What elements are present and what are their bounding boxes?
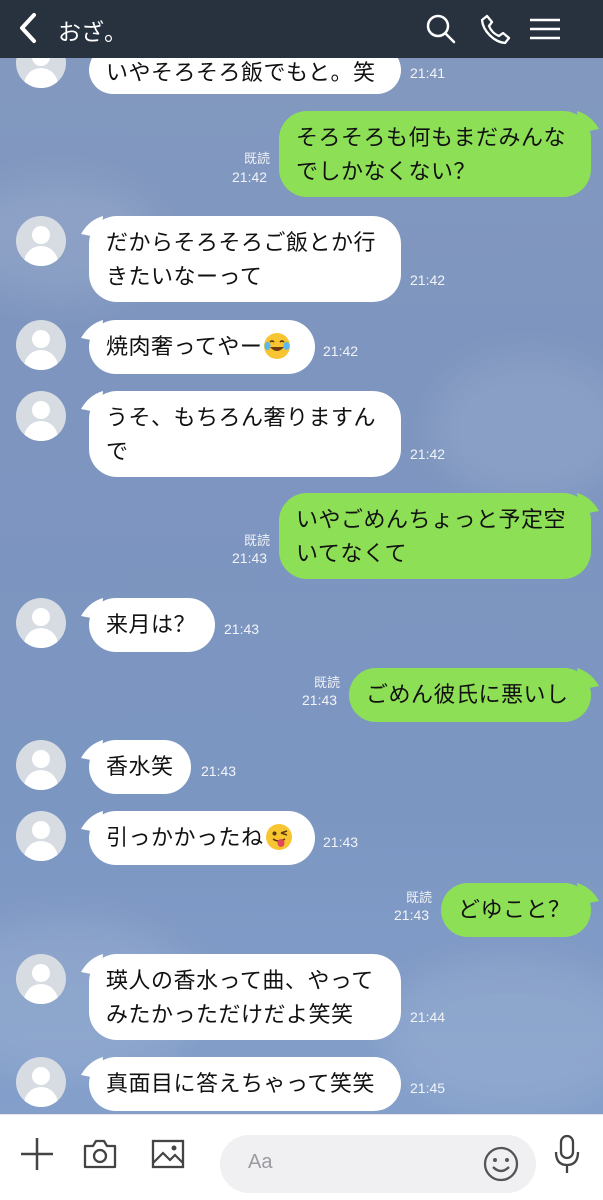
read-receipt: 既読 [405,890,432,905]
message-text: いやそろそろ飯でもと。笑 [106,61,376,86]
back-icon[interactable] [14,11,44,45]
avatar[interactable] [16,811,66,861]
input-placeholder: Aa [248,1151,273,1173]
message-time: 21:43 [394,907,430,923]
avatar[interactable] [16,391,66,441]
message-text: きたいなーって [106,265,263,290]
read-receipt: 既読 [243,533,270,548]
message-bubble[interactable]: ごめん彼氏に悪いし [349,668,599,722]
chat-title: おざ。 [58,20,127,46]
message-text: 引っかかったね [106,826,264,851]
message-bubble[interactable]: そろそろも何もまだみんな でしかなくない？ [279,111,599,197]
message-time: 21:43 [201,763,237,779]
avatar[interactable] [16,598,66,648]
message-text: ごめん彼氏に悪いし [366,683,569,708]
message-bubble[interactable]: うそ、もちろん奢りますん で [81,391,401,477]
plus-icon[interactable] [18,1135,56,1177]
smiley-icon[interactable] [482,1145,520,1187]
message-time: 21:43 [232,550,268,566]
message-time: 21:43 [224,621,260,637]
message-text: そろそろも何もまだみんな [296,126,567,151]
message-time: 21:42 [410,446,446,462]
message-bubble[interactable]: 香水笑 [81,740,191,794]
message-text: いやごめんちょっと予定空 [296,508,567,533]
input-bar: Aa [0,1114,603,1200]
message-text: だからそろそろご飯とか行 [106,231,377,256]
message-time: 21:43 [323,834,359,850]
message-text: どゆこと？ [458,898,571,923]
message-text: 真面目に答えちゃって笑笑 [106,1072,375,1097]
avatar[interactable] [16,58,66,88]
message-text: 焼肉奢ってやー [106,335,263,360]
avatar[interactable] [16,1057,66,1107]
message-time: 21:44 [410,1009,446,1025]
menu-icon[interactable] [528,12,562,46]
avatar[interactable] [16,320,66,370]
message-bubble[interactable]: 来月は？ [81,598,215,652]
chat-header: おざ。 [0,0,603,58]
image-icon[interactable] [150,1137,186,1175]
message-time: 21:42 [323,343,359,359]
message-time: 21:42 [410,272,446,288]
message-time: 21:41 [410,65,446,81]
message-time: 21:43 [302,692,338,708]
message-bubble[interactable]: だからそろそろご飯とか行 きたいなーって [81,216,401,302]
read-receipt: 既読 [313,675,340,690]
read-receipt: 既読 [243,151,270,166]
message-text: で [106,440,129,465]
message-text: 香水笑 [106,755,174,780]
message-bubble[interactable]: どゆこと？ [441,883,599,937]
tears-of-joy-emoji [264,333,291,359]
phone-icon[interactable] [478,12,512,46]
avatar[interactable] [16,216,66,266]
message-time: 21:45 [410,1080,446,1096]
message-bubble[interactable]: いやそろそろ飯でもと。笑 [89,58,401,94]
camera-icon[interactable] [82,1137,118,1175]
message-text: うそ、もちろん奢りますん [106,406,377,431]
avatar[interactable] [16,954,66,1004]
winking-tongue-emoji [265,824,292,850]
message-text: みたかっただけだよ笑笑 [106,1003,354,1028]
message-input[interactable]: Aa [220,1135,536,1193]
message-text: いてなくて [296,542,408,567]
message-bubble[interactable]: 真面目に答えちゃって笑笑 [81,1057,401,1111]
avatar[interactable] [16,740,66,790]
message-bubble[interactable]: いやごめんちょっと予定空 いてなくて [279,493,599,579]
message-time: 21:42 [232,169,268,185]
chat-area[interactable]: いやそろそろ飯でもと。笑 21:41 既読 21:42 そろそろも何もまだみんな… [0,58,603,1114]
mic-icon[interactable] [552,1133,582,1179]
message-text: 来月は？ [106,613,197,638]
message-bubble[interactable]: 引っかかったね [81,811,315,865]
message-text: 瑛人の香水って曲、やって [106,969,374,994]
message-bubble[interactable]: 焼肉奢ってやー [81,320,315,374]
message-text: でしかなくない？ [296,160,477,185]
search-icon[interactable] [424,12,458,46]
message-bubble[interactable]: 瑛人の香水って曲、やって みたかっただけだよ笑笑 [81,954,401,1040]
